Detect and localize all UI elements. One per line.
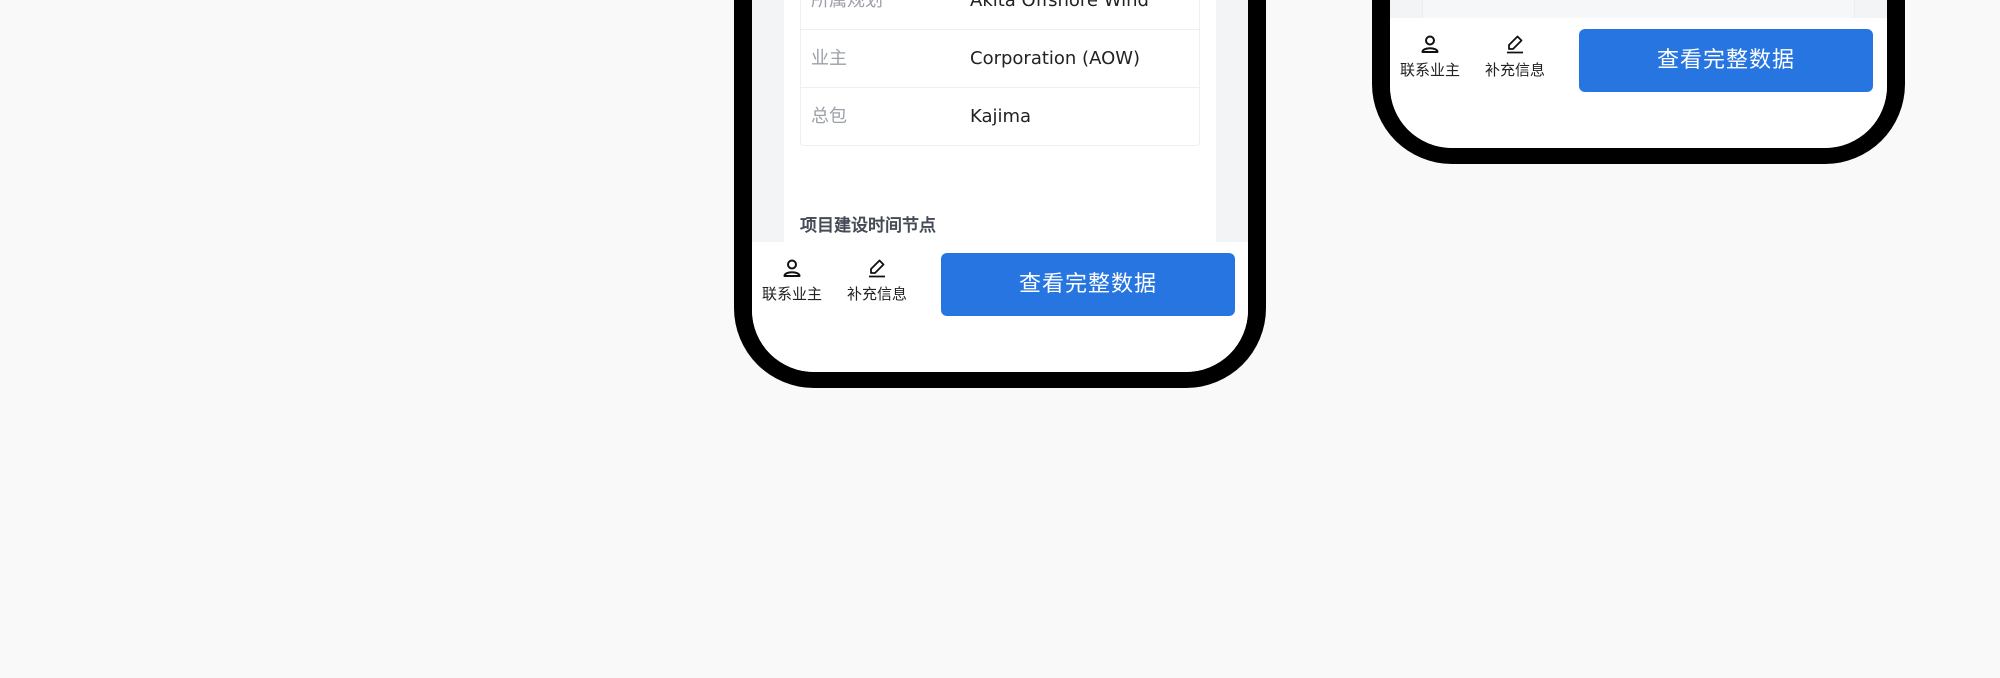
pencil-icon [869, 259, 885, 278]
project-info-table: 所属规划 Akita Offshore Wind 业主 Corporation … [800, 0, 1200, 146]
table-row: 所属规划 Akita Offshore Wind [801, 0, 1199, 30]
bottom-action-bar: 联系业主 补充信息 查看完整数据 [752, 242, 1248, 372]
phone-screen-right: 联系业主 补充信息 查看完整数据 [1390, 0, 1887, 148]
row-label: 总包 [811, 106, 847, 127]
supplement-info-label: 补充信息 [1484, 61, 1545, 79]
phone-frame-left: 所属规划 Akita Offshore Wind 业主 Corporation … [734, 0, 1266, 388]
phone-frame-right: 联系业主 补充信息 查看完整数据 [1372, 0, 1905, 164]
row-value: Corporation (AOW) [970, 48, 1141, 69]
view-full-data-button[interactable]: 查看完整数据 [1579, 29, 1873, 92]
user-icon [1421, 35, 1439, 53]
contact-owner-label: 联系业主 [761, 285, 822, 303]
section-heading: 项目建设时间节点 [800, 216, 936, 236]
supplement-info-label: 补充信息 [846, 285, 907, 303]
contact-owner-button[interactable]: 联系业主 [1390, 34, 1470, 80]
view-full-data-button[interactable]: 查看完整数据 [941, 253, 1235, 316]
row-label: 业主 [811, 48, 847, 69]
contact-owner-button[interactable]: 联系业主 [752, 258, 832, 304]
contact-owner-label: 联系业主 [1399, 61, 1460, 79]
content-card [1422, 0, 1855, 18]
supplement-info-button[interactable]: 补充信息 [837, 258, 917, 304]
pencil-icon [1507, 35, 1523, 54]
canvas: 所属规划 Akita Offshore Wind 业主 Corporation … [0, 0, 2000, 678]
row-value: Akita Offshore Wind [970, 0, 1149, 11]
row-label: 所属规划 [811, 0, 883, 11]
table-row: 业主 Corporation (AOW) [801, 30, 1199, 88]
table-row: 总包 Kajima [801, 88, 1199, 145]
project-info-card: 所属规划 Akita Offshore Wind 业主 Corporation … [784, 0, 1216, 243]
user-icon [783, 259, 801, 277]
bottom-action-bar: 联系业主 补充信息 查看完整数据 [1390, 18, 1887, 148]
row-value: Kajima [970, 106, 1032, 127]
phone-screen-left: 所属规划 Akita Offshore Wind 业主 Corporation … [752, 0, 1248, 372]
supplement-info-button[interactable]: 补充信息 [1475, 34, 1555, 80]
